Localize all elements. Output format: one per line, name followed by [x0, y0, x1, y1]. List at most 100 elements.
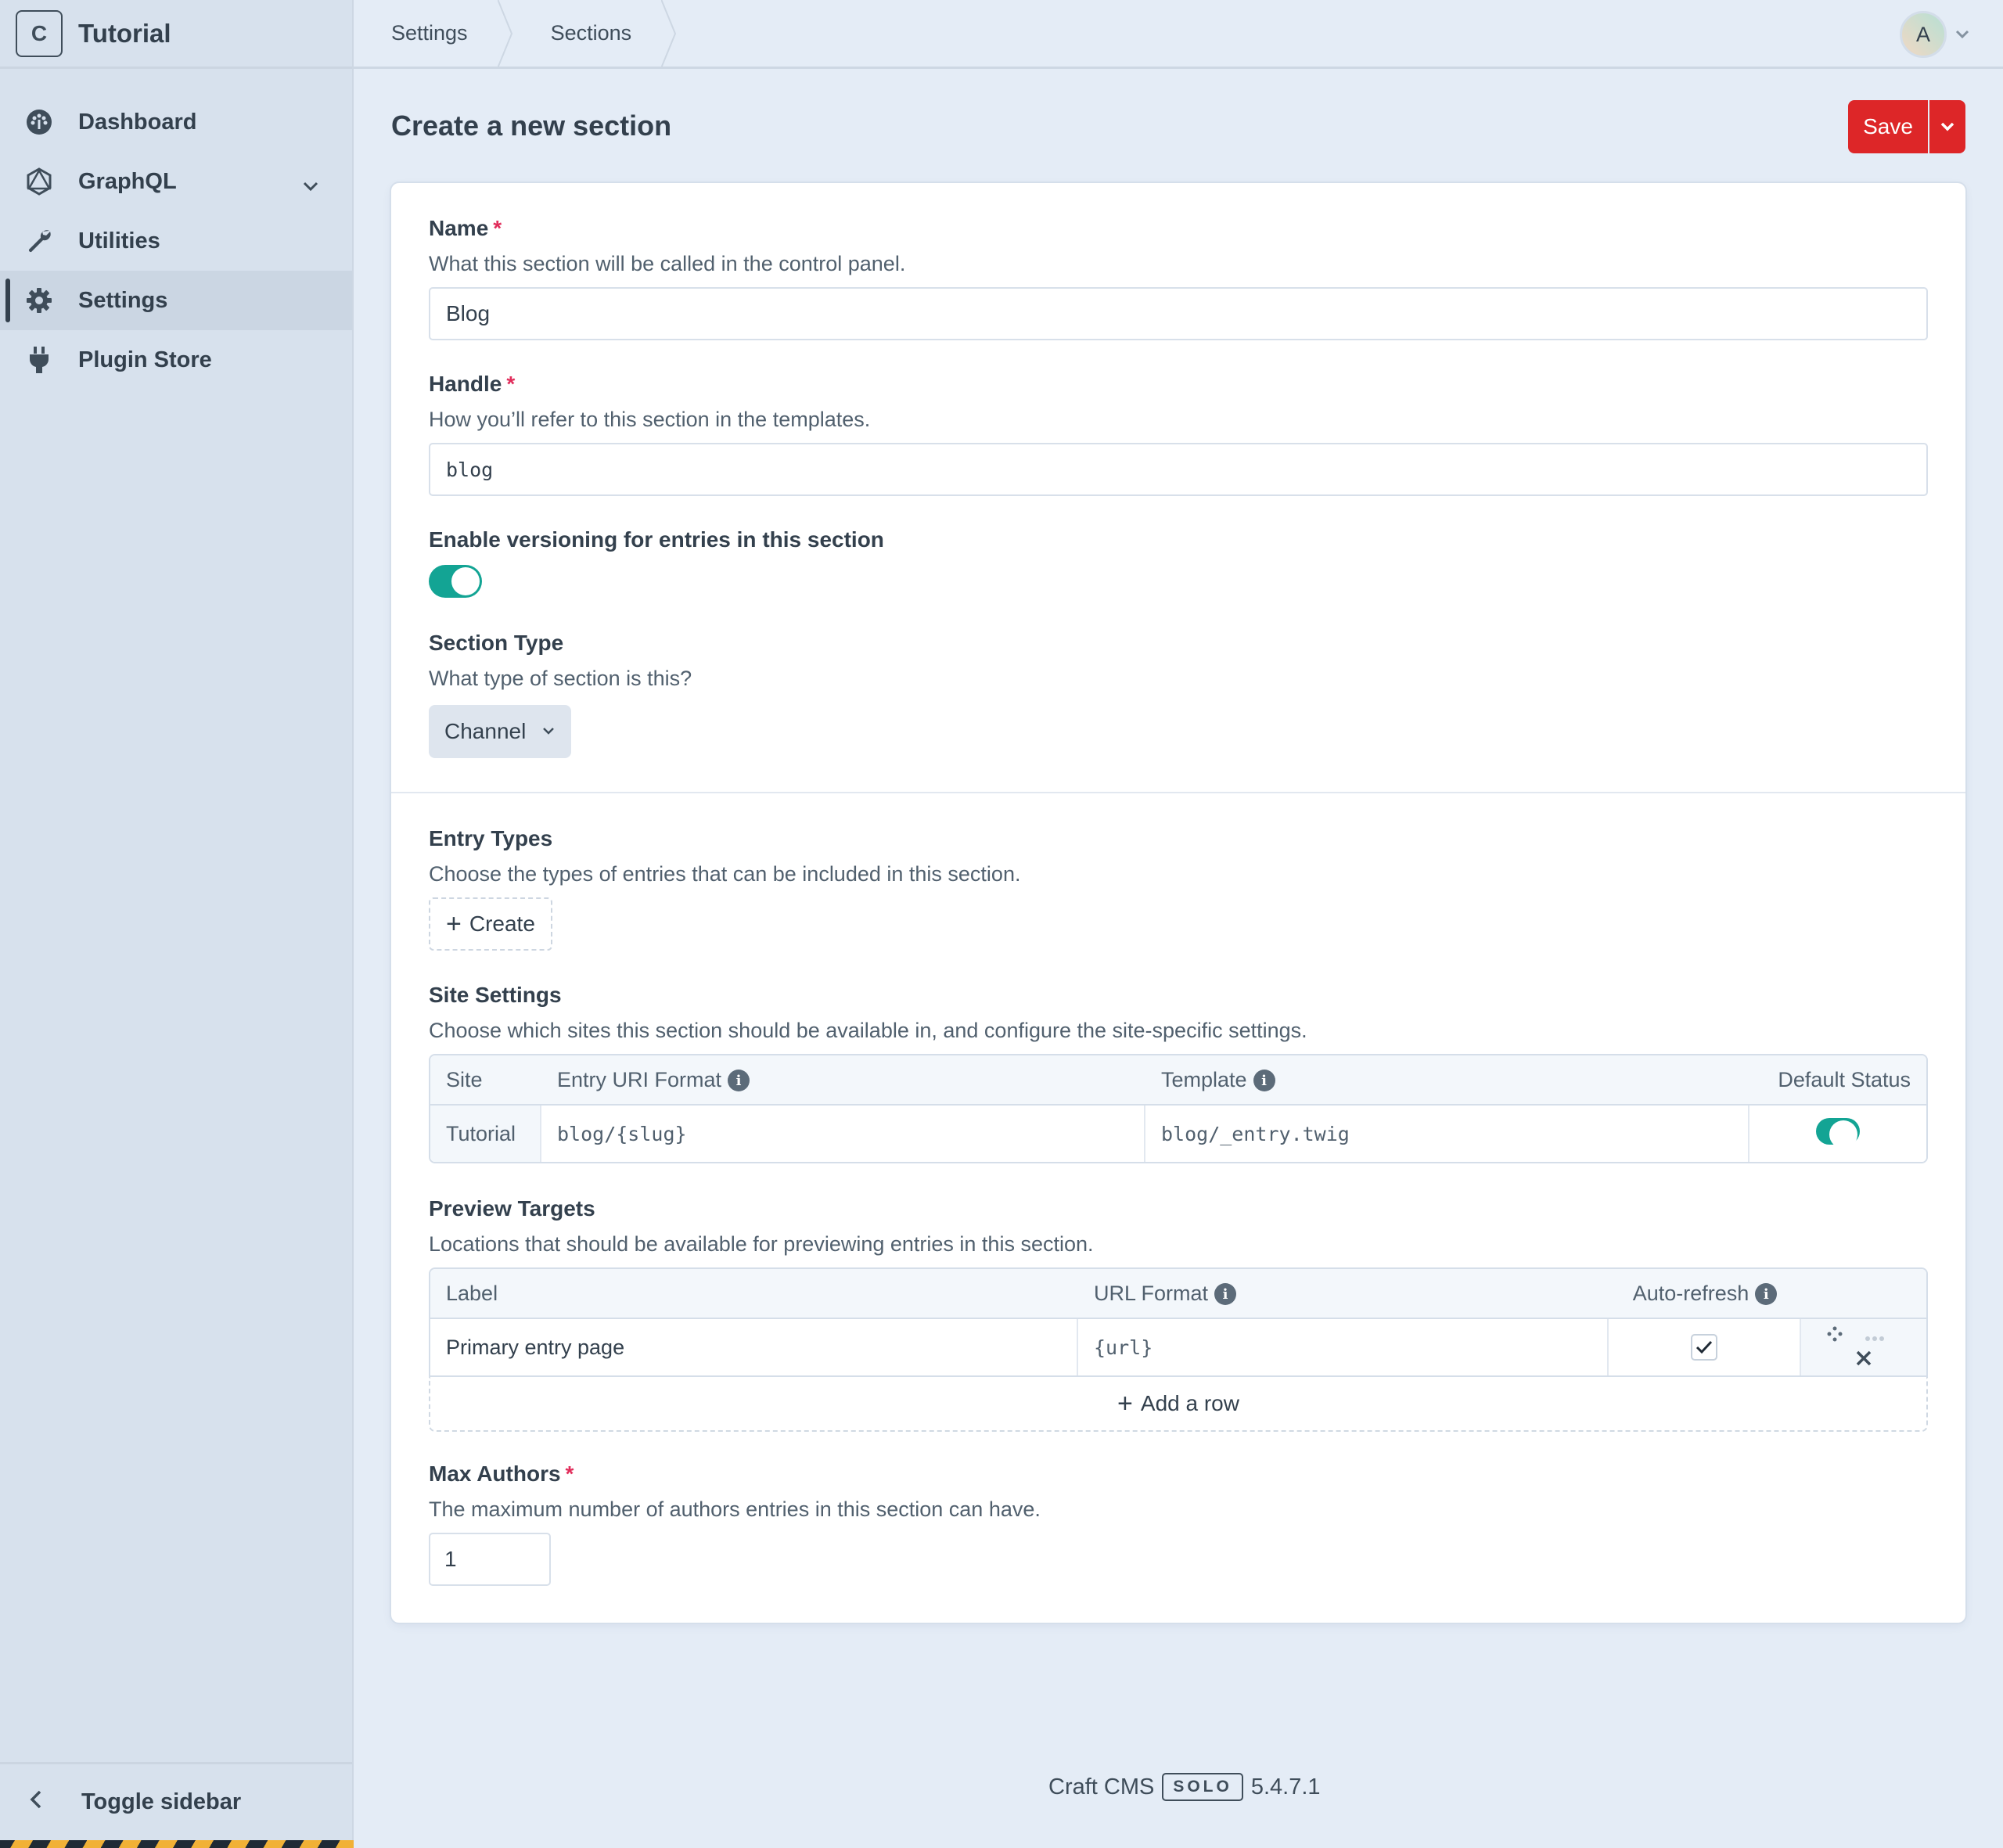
section-form: Name * What this section will be called i…	[391, 183, 1965, 1623]
avatar: A	[1900, 11, 1947, 58]
page-title: Create a new section	[391, 110, 672, 142]
name-label: Name *	[429, 216, 1928, 241]
checkmark-icon	[1696, 1340, 1713, 1354]
sidebar-item-label: GraphQL	[78, 168, 177, 194]
delete-row-icon[interactable]	[1856, 1350, 1872, 1366]
uri-format-input[interactable]: blog/{slug}	[541, 1106, 1145, 1162]
add-row-label: Add a row	[1140, 1391, 1239, 1415]
top-bar: Settings Sections A	[354, 0, 2003, 69]
default-status-cell	[1749, 1106, 1926, 1162]
column-label: Auto-refresh	[1632, 1281, 1749, 1305]
section-type-value: Channel	[444, 719, 527, 743]
add-row-button[interactable]: + Add a row	[429, 1377, 1928, 1432]
save-button-group: Save	[1848, 100, 1965, 153]
name-field: Name * What this section will be called i…	[429, 216, 1928, 340]
sidebar-header: C Tutorial	[0, 0, 352, 69]
site-settings-instructions: Choose which sites this section should b…	[429, 1019, 1307, 1042]
info-icon[interactable]: i	[728, 1070, 750, 1092]
chevron-down-icon	[543, 728, 555, 735]
create-label: Create	[469, 911, 535, 936]
plus-icon: +	[1117, 1388, 1133, 1418]
url-format-input[interactable]: {url}	[1078, 1319, 1609, 1375]
sidebar-item-label: Utilities	[78, 228, 160, 253]
save-menu-button[interactable]	[1929, 100, 1965, 153]
column-label: Site	[446, 1067, 483, 1091]
more-icon[interactable]	[1865, 1336, 1885, 1342]
max-authors-label-text: Max Authors	[429, 1462, 561, 1486]
edition-badge[interactable]: SOLO	[1162, 1773, 1243, 1801]
toggle-sidebar-label: Toggle sidebar	[81, 1789, 242, 1814]
preview-targets-label: Preview Targets	[429, 1196, 595, 1221]
chevron-down-icon[interactable]	[302, 172, 319, 198]
site-cell: Tutorial	[430, 1106, 541, 1162]
info-icon[interactable]: i	[1755, 1283, 1778, 1306]
entry-types-instructions: Choose the types of entries that can be …	[429, 862, 1021, 886]
versioning-toggle-wrap	[429, 565, 1928, 602]
max-authors-instructions: The maximum number of authors entries in…	[429, 1497, 1041, 1521]
breadcrumb-sections[interactable]: Sections	[513, 0, 662, 68]
version-number: 5.4.7.1	[1250, 1774, 1321, 1799]
default-status-toggle[interactable]	[1816, 1117, 1860, 1149]
auto-refresh-cell	[1609, 1319, 1801, 1375]
column-header-uri-format: Entry URI Format i	[541, 1055, 1145, 1106]
column-label: Template	[1161, 1067, 1247, 1091]
info-icon[interactable]: i	[1214, 1283, 1237, 1306]
column-label: URL Format	[1094, 1281, 1209, 1305]
section-type-select[interactable]: Channel	[429, 705, 572, 758]
breadcrumb-settings[interactable]: Settings	[354, 0, 498, 68]
info-icon[interactable]: i	[1253, 1070, 1275, 1092]
table-header-row: Site Entry URI Format i Template i Default…	[430, 1055, 1926, 1106]
breadcrumb: Settings Sections	[354, 0, 677, 68]
sidebar-item-settings[interactable]: Settings	[0, 271, 352, 330]
sidebar-item-plugin-store[interactable]: Plugin Store	[0, 330, 352, 390]
versioning-label: Enable versioning for entries in this se…	[429, 527, 884, 552]
table-row: Tutorial blog/{slug} blog/_entry.twig	[430, 1106, 1926, 1162]
toggle-sidebar-button[interactable]: Toggle sidebar	[0, 1762, 352, 1840]
column-header-label: Label	[430, 1269, 1078, 1319]
handle-input[interactable]	[429, 443, 1928, 496]
user-menu-button[interactable]: A	[1900, 11, 1970, 58]
column-header-auto-refresh: Auto-refresh i	[1609, 1269, 1801, 1319]
preview-targets-instructions: Locations that should be available for p…	[429, 1232, 1094, 1256]
plug-icon	[25, 346, 53, 374]
plus-icon: +	[446, 908, 462, 939]
sidebar: C Tutorial Dashboard GraphQL Utilities S…	[0, 0, 354, 1848]
handle-field: Handle * How you’ll refer to this section…	[429, 372, 1928, 496]
table-row: Primary entry page {url}	[430, 1319, 1926, 1375]
handle-label-text: Handle	[429, 372, 502, 396]
product-name: Craft CMS	[1048, 1774, 1155, 1799]
wrench-icon	[25, 227, 53, 255]
max-authors-input[interactable]	[429, 1533, 551, 1586]
handle-label: Handle *	[429, 372, 1928, 397]
breadcrumb-separator	[497, 0, 512, 68]
required-icon: *	[565, 1462, 574, 1486]
sidebar-item-graphql[interactable]: GraphQL	[0, 152, 352, 211]
required-icon: *	[506, 372, 516, 396]
column-label: Default Status	[1778, 1067, 1911, 1091]
site-name[interactable]: Tutorial	[78, 19, 171, 49]
versioning-toggle[interactable]	[429, 565, 482, 598]
site-logo[interactable]: C	[16, 9, 63, 57]
name-label-text: Name	[429, 216, 489, 240]
chevron-down-icon	[1955, 30, 1969, 39]
versioning-field: Enable versioning for entries in this se…	[429, 527, 1928, 602]
column-header-template: Template i	[1145, 1055, 1749, 1106]
create-entry-type-button[interactable]: + Create	[429, 897, 552, 951]
column-header-url-format: URL Format i	[1078, 1269, 1609, 1319]
move-icon[interactable]	[1827, 1326, 1843, 1342]
name-instructions: What this section will be called in the …	[429, 252, 906, 275]
auto-refresh-checkbox[interactable]	[1691, 1334, 1717, 1361]
sidebar-item-utilities[interactable]: Utilities	[0, 211, 352, 271]
breadcrumb-separator	[661, 0, 677, 68]
preview-targets-table: Label URL Format i Auto-refresh i Primary …	[429, 1267, 1928, 1377]
save-button[interactable]: Save	[1848, 100, 1928, 153]
template-input[interactable]: blog/_entry.twig	[1145, 1106, 1749, 1162]
sidebar-item-dashboard[interactable]: Dashboard	[0, 92, 352, 152]
chevron-left-icon	[30, 1789, 42, 1816]
column-header-default-status: Default Status	[1749, 1055, 1926, 1106]
entry-types-label: Entry Types	[429, 826, 553, 850]
name-input[interactable]	[429, 287, 1928, 340]
preview-label-input[interactable]: Primary entry page	[430, 1319, 1078, 1375]
row-actions	[1801, 1319, 1926, 1375]
max-authors-label: Max Authors *	[429, 1462, 1928, 1487]
